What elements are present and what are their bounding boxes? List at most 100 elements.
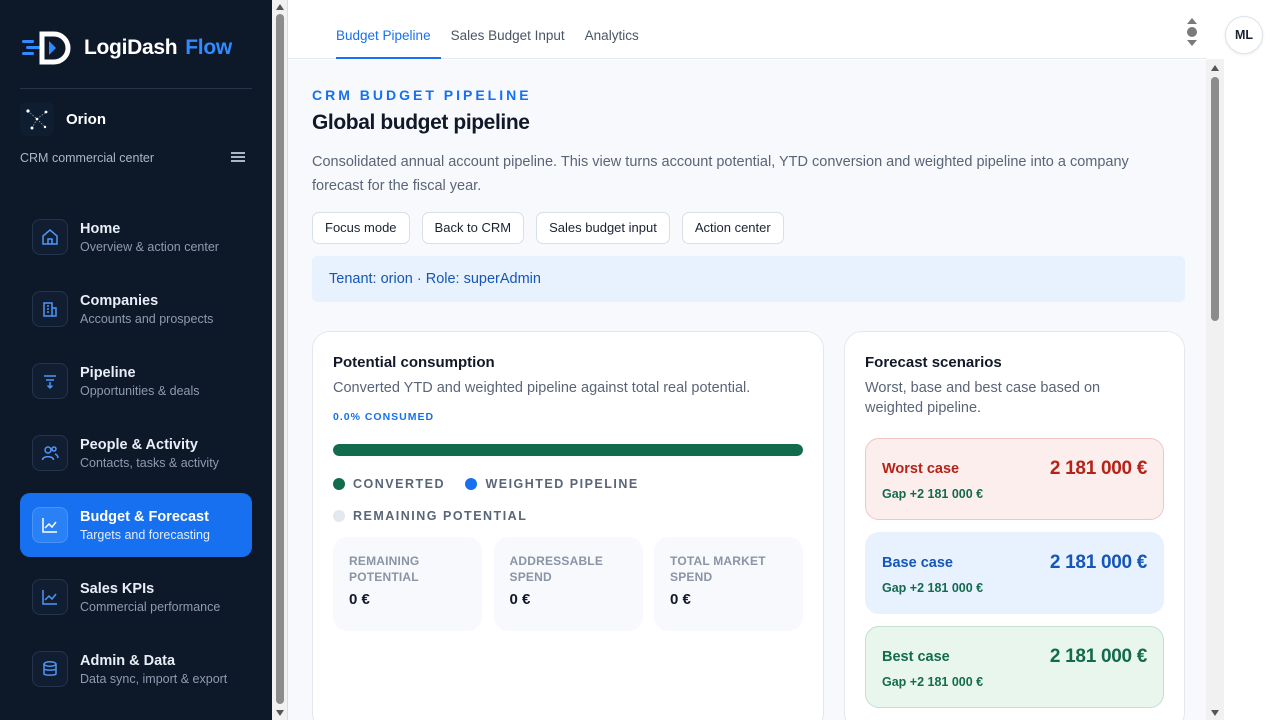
- stat-total-market-spend: TOTAL MARKET SPEND 0 €: [654, 537, 803, 631]
- sidebar-item-people-activity[interactable]: People & Activity Contacts, tasks & acti…: [20, 421, 252, 485]
- card-subtitle: Worst, base and best case based on weigh…: [865, 380, 1101, 416]
- legend-dot: [333, 478, 345, 490]
- stat-label: ADDRESSABLE SPEND: [509, 554, 604, 584]
- scenario-value: 2 181 000 €: [1049, 552, 1147, 573]
- legend-item-converted: CONVERTED: [333, 468, 445, 500]
- focus-mode-button[interactable]: Focus mode: [312, 212, 410, 244]
- stat-label: REMAINING POTENTIAL: [349, 554, 420, 584]
- constellation-icon: [20, 102, 54, 136]
- consumed-percentage: 0.0% CONSUMED: [333, 411, 435, 423]
- sidebar-item-label: Home: [80, 220, 121, 237]
- scroll-down-arrow-icon[interactable]: [1187, 40, 1197, 46]
- page-eyebrow: CRM BUDGET PIPELINE: [312, 87, 532, 103]
- database-icon: [32, 651, 68, 687]
- scroll-up-arrow-icon[interactable]: [1187, 18, 1197, 24]
- scrollbar-thumb[interactable]: [1211, 77, 1219, 321]
- legend-label: CONVERTED: [353, 477, 445, 491]
- main-content: CRM BUDGET PIPELINE Global budget pipeli…: [288, 60, 1206, 720]
- scenario-name: Best case: [882, 649, 950, 665]
- legend-dot: [465, 478, 478, 490]
- tenant-switcher[interactable]: Orion: [20, 102, 106, 136]
- hamburger-menu-icon[interactable]: [228, 150, 248, 168]
- brand-name: LogiDash: [84, 36, 178, 59]
- sidebar-item-sub: Data sync, import & export: [80, 671, 228, 686]
- sidebar-nav: Home Overview & action center Companies …: [20, 205, 252, 709]
- scrollbar-thumb[interactable]: [276, 14, 284, 704]
- sidebar-item-sub: Targets and forecasting: [80, 527, 210, 542]
- scenario-worst-case: Worst case 2 181 000 € Gap +2 181 000 €: [865, 438, 1164, 520]
- scroll-up-arrow-icon[interactable]: [276, 4, 284, 10]
- legend-item-remaining-potential: REMAINING POTENTIAL: [333, 500, 527, 532]
- stat-value: 0 €: [349, 591, 370, 608]
- tenant-role-banner: Tenant: orion · Role: superAdmin: [312, 256, 1185, 302]
- scroll-thumb[interactable]: [1187, 27, 1197, 37]
- scenario-name: Base case: [882, 555, 953, 571]
- consumption-legend: CONVERTED WEIGHTED PIPELINE REMAINING PO…: [333, 468, 803, 532]
- legend-item-weighted-pipeline: WEIGHTED PIPELINE: [465, 468, 638, 500]
- sidebar-item-companies[interactable]: Companies Accounts and prospects: [20, 277, 252, 341]
- scenario-best-case: Best case 2 181 000 € Gap +2 181 000 €: [865, 626, 1164, 708]
- sales-budget-input-button[interactable]: Sales budget input: [536, 212, 670, 244]
- sidebar-item-budget-forecast[interactable]: Budget & Forecast Targets and forecastin…: [20, 493, 252, 557]
- top-tabs-bar: Budget Pipeline Sales Budget Input Analy…: [288, 0, 1206, 59]
- sidebar-item-label: Companies: [80, 292, 159, 309]
- action-center-button[interactable]: Action center: [681, 212, 784, 244]
- scenario-gap: Gap +2 181 000 €: [882, 581, 984, 595]
- divider: [20, 88, 252, 89]
- sidebar-item-pipeline[interactable]: Pipeline Opportunities & deals: [20, 349, 252, 413]
- scenario-gap: Gap +2 181 000 €: [882, 675, 984, 689]
- sidebar-item-sales-kpis[interactable]: Sales KPIs Commercial performance: [20, 565, 252, 629]
- stat-remaining-potential: REMAINING POTENTIAL 0 €: [333, 537, 482, 631]
- sidebar-item-sub: Commercial performance: [80, 599, 221, 614]
- brand-suffix: Flow: [185, 36, 232, 59]
- main-scrollbar[interactable]: [1206, 59, 1224, 720]
- card-title: Potential consumption: [333, 354, 495, 371]
- legend-dot: [333, 510, 345, 522]
- scenario-value: 2 181 000 €: [1049, 646, 1147, 667]
- page-title: Global budget pipeline: [312, 111, 530, 134]
- stat-value: 0 €: [509, 591, 531, 608]
- scenario-gap: Gap +2 181 000 €: [882, 487, 984, 501]
- sidebar-item-sub: Accounts and prospects: [80, 311, 214, 326]
- forecast-scenarios-card: Forecast scenarios Worst, base and best …: [844, 331, 1185, 720]
- sidebar-item-sub: Contacts, tasks & activity: [80, 455, 219, 470]
- back-to-crm-button[interactable]: Back to CRM: [421, 212, 525, 244]
- consumption-progress-bar: [333, 444, 803, 456]
- tab-analytics[interactable]: Analytics: [575, 0, 649, 59]
- scroll-up-arrow-icon[interactable]: [1211, 65, 1219, 71]
- card-subtitle: Converted YTD and weighted pipeline agai…: [333, 380, 751, 396]
- chart-line-icon: [32, 507, 68, 543]
- tab-sales-budget-input[interactable]: Sales Budget Input: [441, 0, 575, 59]
- tabs: Budget Pipeline Sales Budget Input Analy…: [336, 0, 649, 59]
- right-panel: ML: [1224, 0, 1280, 720]
- scroll-down-arrow-icon[interactable]: [1211, 710, 1219, 716]
- sidebar-item-label: Budget & Forecast: [80, 508, 209, 525]
- sidebar-item-admin-data[interactable]: Admin & Data Data sync, import & export: [20, 637, 252, 701]
- scenario-name: Worst case: [882, 461, 960, 477]
- scroll-down-arrow-icon[interactable]: [276, 710, 284, 716]
- sidebar-item-label: Pipeline: [80, 364, 136, 381]
- sidebar: LogiDash Flow Orion CRM commercial cente…: [0, 0, 272, 720]
- sidebar-item-sub: Opportunities & deals: [80, 383, 200, 398]
- legend-label: REMAINING POTENTIAL: [353, 509, 528, 523]
- legend-label: WEIGHTED PIPELINE: [485, 477, 639, 491]
- potential-consumption-card: Potential consumption Converted YTD and …: [312, 331, 824, 720]
- building-icon: [32, 291, 68, 327]
- tabs-scroll-control[interactable]: [1186, 18, 1198, 56]
- stat-value: 0 €: [670, 591, 691, 608]
- brand[interactable]: LogiDash Flow: [22, 30, 232, 66]
- sidebar-item-sub: Overview & action center: [80, 239, 219, 254]
- avatar[interactable]: ML: [1225, 16, 1263, 54]
- consumption-stats: REMAINING POTENTIAL 0 € ADDRESSABLE SPEN…: [333, 537, 803, 631]
- scenario-base-case: Base case 2 181 000 € Gap +2 181 000 €: [865, 532, 1164, 614]
- sidebar-item-home[interactable]: Home Overview & action center: [20, 205, 252, 269]
- funnel-icon: [32, 363, 68, 399]
- people-icon: [32, 435, 68, 471]
- scenario-value: 2 181 000 €: [1049, 458, 1147, 479]
- sidebar-item-label: People & Activity: [80, 436, 198, 453]
- action-buttons: Focus mode Back to CRM Sales budget inpu…: [312, 212, 796, 244]
- progress-fill: [333, 444, 803, 456]
- tab-budget-pipeline[interactable]: Budget Pipeline: [336, 0, 441, 59]
- sidebar-item-label: Admin & Data: [80, 652, 176, 669]
- sidebar-scrollbar[interactable]: [272, 0, 288, 720]
